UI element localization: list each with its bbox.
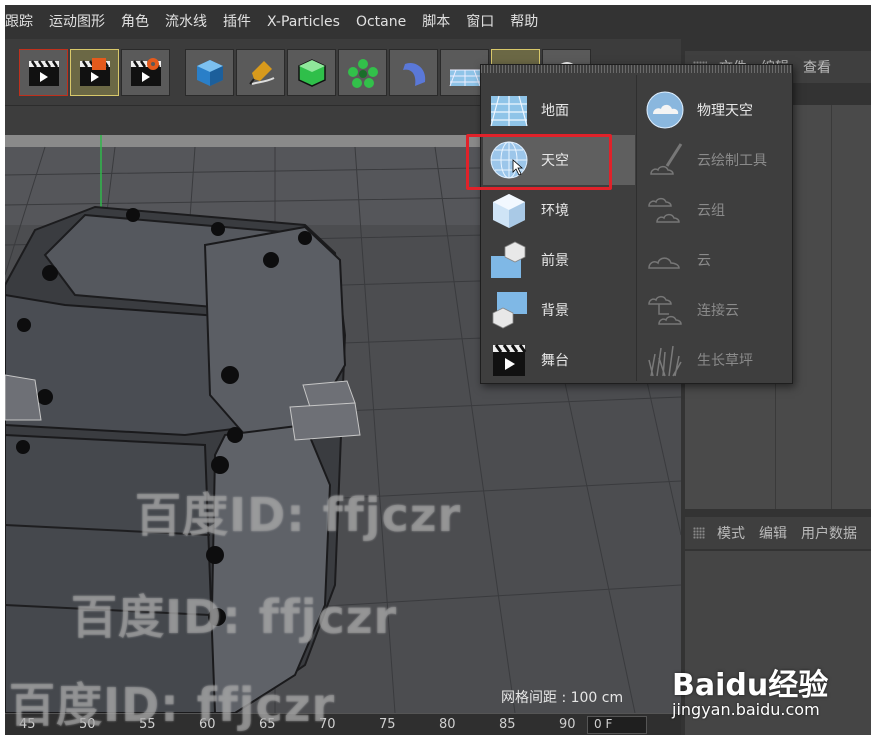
menu-item-floor[interactable]: 地面 <box>483 85 635 135</box>
connect-cloud-icon <box>643 288 687 332</box>
cloud-icon <box>643 238 687 282</box>
tab-user-data[interactable]: 用户数据 <box>801 523 857 543</box>
render-region-button[interactable] <box>70 49 119 96</box>
clapper-edit-icon <box>79 57 110 86</box>
tab-view[interactable]: 查看 <box>803 57 831 77</box>
deformer-icon <box>402 62 425 86</box>
menubar: 跟踪 运动图形 角色 流水线 插件 X-Particles Octane 脚本 … <box>5 5 871 39</box>
menu-item-grass[interactable]: 生长草坪 <box>639 335 791 385</box>
menu-item-label: 舞台 <box>541 353 569 369</box>
menu-item-connect-cloud[interactable]: 连接云 <box>639 285 791 335</box>
floor-icon <box>449 69 480 86</box>
menu-help[interactable]: 帮助 <box>502 5 546 39</box>
watermark: 百度ID: ffjczr <box>9 678 336 732</box>
render-settings-button[interactable] <box>121 49 170 96</box>
tab-edit[interactable]: 编辑 <box>759 523 787 543</box>
menu-item-label: 前景 <box>541 253 569 269</box>
ruler-tick: 75 <box>379 717 396 732</box>
environment-popup-menu: 地面 天空 环境 前景 背景 舞台 物理天空 云绘制工具 云组 云 连接云 生长… <box>480 64 793 384</box>
menu-item-stage[interactable]: 舞台 <box>483 335 635 385</box>
cloud-brush-icon <box>643 138 687 182</box>
menu-item-label: 云绘制工具 <box>697 153 767 169</box>
cube-icon <box>196 59 223 86</box>
baidu-url: jingyan.baidu.com <box>672 700 820 719</box>
menu-item-label: 环境 <box>541 203 569 219</box>
menu-item-label: 云组 <box>697 203 725 219</box>
menu-script[interactable]: 脚本 <box>414 5 458 39</box>
popup-column-divider <box>636 75 637 381</box>
cube-button[interactable] <box>185 49 234 96</box>
tab-mode[interactable]: 模式 <box>717 523 745 543</box>
menu-item-cloud[interactable]: 云 <box>639 235 791 285</box>
render-view-button[interactable] <box>19 49 68 96</box>
baidu-logo-text: Baidu经验 <box>672 668 829 703</box>
menu-item-label: 背景 <box>541 303 569 319</box>
watermark: 百度ID: ffjczr <box>71 590 398 644</box>
menu-item-background[interactable]: 背景 <box>483 285 635 335</box>
physical-sky-icon <box>643 88 687 132</box>
highlight-box <box>466 134 612 190</box>
menu-item-label: 地面 <box>541 103 569 119</box>
subdivision-button[interactable] <box>287 49 336 96</box>
grass-icon <box>643 338 687 382</box>
watermark: 百度ID: ffjczr <box>135 488 462 542</box>
menu-item-label: 连接云 <box>697 303 739 319</box>
menu-item-environment[interactable]: 环境 <box>483 185 635 235</box>
background-icon <box>487 288 531 332</box>
deformer-button[interactable] <box>389 49 438 96</box>
menu-mograph[interactable]: 运动图形 <box>41 5 113 39</box>
cloner-button[interactable] <box>338 49 387 96</box>
clapper-settings-icon <box>130 57 161 86</box>
menu-character[interactable]: 角色 <box>113 5 157 39</box>
attribute-manager-header: 模式 编辑 用户数据 <box>685 517 871 549</box>
menu-x-particles[interactable]: X-Particles <box>259 5 348 39</box>
clapper-icon <box>28 59 59 86</box>
flower-array-icon <box>347 58 378 88</box>
menu-item-cloud-group[interactable]: 云组 <box>639 185 791 235</box>
ruler-tick: 85 <box>499 717 516 732</box>
subdivision-cube-icon <box>297 58 326 87</box>
stage-icon <box>487 338 531 382</box>
ruler-tick: 90 <box>559 717 576 732</box>
menu-item-label: 云 <box>697 253 711 269</box>
grid-spacing-label: 网格间距 : 100 cm <box>501 690 624 706</box>
environment-icon <box>487 188 531 232</box>
foreground-icon <box>487 238 531 282</box>
menu-window[interactable]: 窗口 <box>458 5 502 39</box>
pen-button[interactable] <box>236 49 285 96</box>
baidu-jingyan-logo: Baidu经验 jingyan.baidu.com <box>672 640 872 719</box>
menu-item-label: 生长草坪 <box>697 353 753 369</box>
popup-grip[interactable] <box>481 65 792 73</box>
column-divider <box>831 105 832 509</box>
menu-plugins[interactable]: 插件 <box>215 5 259 39</box>
frame-field[interactable]: 0 F <box>587 716 647 734</box>
menu-item-cloud-brush[interactable]: 云绘制工具 <box>639 135 791 185</box>
panel-grip-icon[interactable] <box>693 527 705 539</box>
floor-icon <box>487 88 531 132</box>
menu-item-label: 物理天空 <box>697 103 753 119</box>
menu-item-foreground[interactable]: 前景 <box>483 235 635 285</box>
menu-octane[interactable]: Octane <box>348 5 414 39</box>
menu-pipeline[interactable]: 流水线 <box>157 5 215 39</box>
menu-item-physical-sky[interactable]: 物理天空 <box>639 85 791 135</box>
ruler-tick: 80 <box>439 717 456 732</box>
cloud-group-icon <box>643 188 687 232</box>
menu-tracking[interactable]: 跟踪 <box>5 5 41 39</box>
pen-icon <box>248 60 274 85</box>
